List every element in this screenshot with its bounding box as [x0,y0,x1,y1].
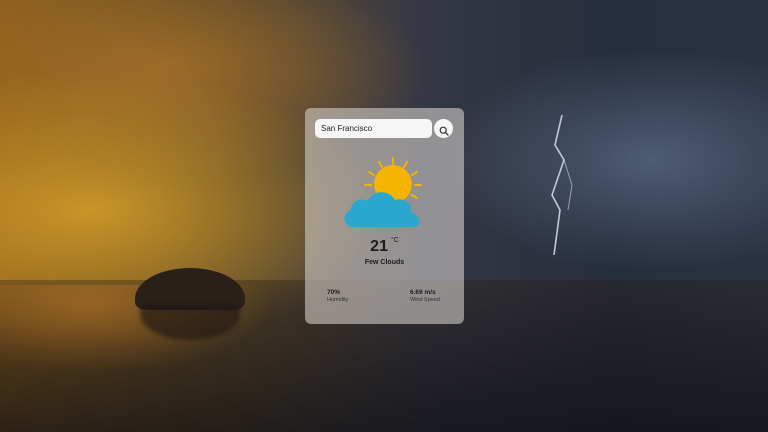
background-scene: 21°C Few Clouds 70% Humidity 6.69 m/s Wi… [0,0,768,432]
temperature-value: 21 [370,238,388,255]
wind-speed-stat: 6.69 m/s Wind Speed [410,289,440,303]
temperature-unit: °C [390,237,399,244]
humidity-label: Humidity [327,297,349,303]
search-button[interactable] [434,119,453,138]
weather-card: 21°C Few Clouds 70% Humidity 6.69 m/s Wi… [305,108,464,324]
sun-behind-cloud-icon [344,157,422,227]
search-icon [439,126,449,136]
wind-speed-value: 6.69 m/s [410,289,436,296]
humidity-value: 70% [327,289,341,296]
temperature-display: 21 °C [305,237,464,256]
lightning-bolt [551,115,573,255]
humidity-stat: 70% Humidity [327,289,348,303]
weather-description: Few Clouds [364,259,405,266]
wind-speed-label: Wind Speed [410,297,440,303]
city-search-input[interactable] [315,119,432,138]
